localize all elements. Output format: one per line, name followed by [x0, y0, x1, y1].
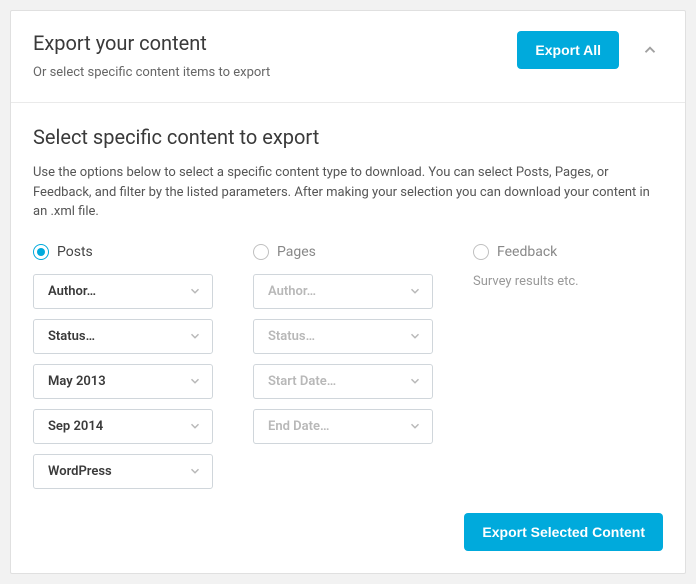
chevron-down-icon — [188, 374, 202, 388]
feedback-subtext: Survey results etc. — [473, 274, 663, 289]
posts-category-select[interactable]: WordPress — [33, 454, 213, 489]
select-value: End Date… — [268, 419, 329, 434]
select-value: Author… — [268, 284, 316, 299]
posts-start-date-select[interactable]: May 2013 — [33, 364, 213, 399]
export-card: Export your content Or select specific c… — [10, 10, 686, 574]
posts-status-select[interactable]: Status… — [33, 319, 213, 354]
pages-column: Pages Author… Status… Start Date… End Da… — [253, 244, 433, 499]
radio-icon — [33, 244, 49, 260]
posts-end-date-select[interactable]: Sep 2014 — [33, 409, 213, 444]
chevron-down-icon — [188, 419, 202, 433]
select-value: WordPress — [48, 464, 112, 479]
collapse-toggle[interactable] — [637, 37, 663, 63]
pages-end-date-select[interactable]: End Date… — [253, 409, 433, 444]
select-value: Author… — [48, 284, 96, 299]
select-value: Status… — [268, 329, 315, 344]
select-value: Sep 2014 — [48, 419, 103, 434]
chevron-down-icon — [408, 284, 422, 298]
pages-start-date-select[interactable]: Start Date… — [253, 364, 433, 399]
header-subtitle: Or select specific content items to expo… — [33, 65, 270, 80]
posts-column: Posts Author… Status… May 2013 Sep 2014 — [33, 244, 213, 499]
select-value: Status… — [48, 329, 95, 344]
footer-actions: Export Selected Content — [33, 513, 663, 551]
content-columns: Posts Author… Status… May 2013 Sep 2014 — [33, 244, 663, 499]
feedback-column: Feedback Survey results etc. — [473, 244, 663, 499]
body-description: Use the options below to select a specif… — [33, 163, 663, 222]
chevron-down-icon — [188, 284, 202, 298]
header-text: Export your content Or select specific c… — [33, 31, 270, 80]
select-value: May 2013 — [48, 374, 106, 389]
feedback-radio-label: Feedback — [497, 244, 557, 260]
posts-author-select[interactable]: Author… — [33, 274, 213, 309]
export-selected-button[interactable]: Export Selected Content — [464, 513, 663, 551]
radio-icon — [473, 244, 489, 260]
pages-radio[interactable]: Pages — [253, 244, 433, 260]
header-title: Export your content — [33, 31, 270, 55]
pages-status-select[interactable]: Status… — [253, 319, 433, 354]
chevron-up-icon — [641, 41, 659, 59]
chevron-down-icon — [408, 419, 422, 433]
header-actions: Export All — [517, 31, 663, 69]
export-all-button[interactable]: Export All — [517, 31, 619, 69]
feedback-radio[interactable]: Feedback — [473, 244, 663, 260]
pages-radio-label: Pages — [277, 244, 316, 260]
header-section: Export your content Or select specific c… — [11, 11, 685, 103]
posts-radio-label: Posts — [57, 244, 93, 260]
pages-author-select[interactable]: Author… — [253, 274, 433, 309]
chevron-down-icon — [188, 329, 202, 343]
body-title: Select specific content to export — [33, 125, 663, 149]
chevron-down-icon — [408, 329, 422, 343]
chevron-down-icon — [188, 464, 202, 478]
chevron-down-icon — [408, 374, 422, 388]
posts-radio[interactable]: Posts — [33, 244, 213, 260]
select-value: Start Date… — [268, 374, 336, 389]
radio-icon — [253, 244, 269, 260]
body-section: Select specific content to export Use th… — [11, 103, 685, 573]
